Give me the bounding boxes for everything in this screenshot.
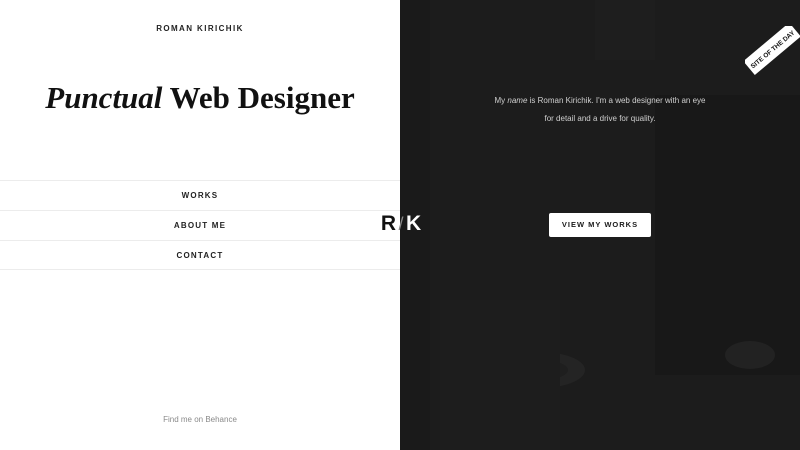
main-nav: WORKS ABOUT ME CONTACT [0,180,400,270]
intro-italic: name [507,96,528,105]
logo-r: R [380,212,396,235]
nav-item-works[interactable]: WORKS [0,180,400,210]
rk-logo[interactable]: R / K [372,212,428,236]
left-panel: ROMAN KIRICHIK Punctual Web Designer WOR… [0,0,400,450]
nav-item-contact[interactable]: CONTACT [0,240,400,270]
site-of-the-day-badge[interactable]: SITE OF THE DAY [743,22,800,86]
behance-link[interactable]: Find me on Behance [0,415,400,424]
intro-text: My name is Roman Kirichik. I'm a web des… [490,92,710,128]
view-my-works-button[interactable]: VIEW MY WORKS [549,213,651,237]
nav-item-about-me[interactable]: ABOUT ME [0,210,400,240]
intro-after: is Roman Kirichik. I'm a web designer wi… [527,96,706,123]
logo-k: K [406,212,422,235]
page-title-italic: Punctual [45,80,163,115]
right-panel: My name is Roman Kirichik. I'm a web des… [400,0,800,450]
badge-text: SITE OF THE DAY [750,29,797,70]
page-title: Punctual Web Designer [0,80,400,116]
intro-before: My [494,96,508,105]
page-title-rest: Web Designer [162,80,355,115]
author-name: ROMAN KIRICHIK [156,24,244,33]
logo-separator: / [398,213,404,234]
